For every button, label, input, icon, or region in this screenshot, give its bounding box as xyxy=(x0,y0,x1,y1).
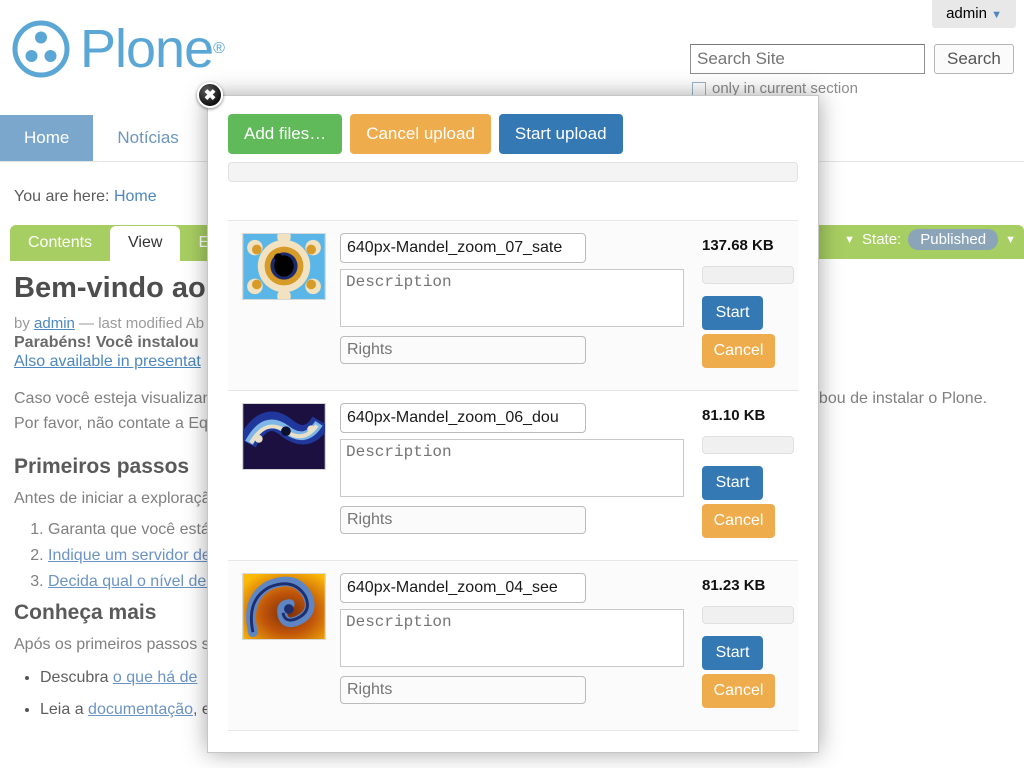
file-fields xyxy=(340,573,684,704)
upload-toolbar: Add files… Cancel upload Start upload xyxy=(228,114,798,154)
file-thumbnail xyxy=(242,233,326,300)
description-input[interactable] xyxy=(340,269,684,327)
list-item-link[interactable]: documentação xyxy=(88,701,193,718)
breadcrumb: You are here: Home xyxy=(14,188,157,206)
file-size: 81.10 KB xyxy=(702,407,766,424)
state-label: State: xyxy=(862,231,902,248)
search-input[interactable] xyxy=(690,44,925,74)
upload-dialog-body: Add files… Cancel upload Start upload 64… xyxy=(208,96,818,731)
file-thumbnail xyxy=(242,573,326,640)
file-actions: 81.10 KB Start Cancel xyxy=(684,403,814,538)
filename-input[interactable] xyxy=(340,233,586,263)
site-logo[interactable]: Plone ® xyxy=(12,20,225,78)
screen: admin ▼ Plone ® Search only i xyxy=(0,0,1024,768)
byline-suffix: — last modified Ab xyxy=(79,315,205,332)
filename-input[interactable] xyxy=(340,573,586,603)
file-actions: 137.68 KB Start Cancel xyxy=(684,233,814,368)
status-badge: Published xyxy=(908,229,999,250)
workflow-state-widget[interactable]: ▼ State: Published ▼ xyxy=(844,229,1016,250)
file-progress-bar xyxy=(702,266,794,284)
site-logo-text: Plone xyxy=(80,19,214,79)
description-input[interactable] xyxy=(340,609,684,667)
personal-bar-username: admin xyxy=(946,5,987,22)
start-button[interactable]: Start xyxy=(702,636,763,670)
breadcrumb-item-home[interactable]: Home xyxy=(114,188,157,205)
chevron-down-icon: ▼ xyxy=(991,9,1002,21)
chevron-down-icon-left: ▼ xyxy=(844,233,856,246)
site-search: Search only in current section xyxy=(690,44,1014,97)
registered-mark-icon: ® xyxy=(213,40,225,57)
breadcrumb-prefix: You are here: xyxy=(14,188,110,205)
file-progress-bar xyxy=(702,436,794,454)
upload-file-list: 137.68 KB Start Cancel xyxy=(228,220,798,731)
file-size: 137.68 KB xyxy=(702,237,774,254)
byline-prefix: by xyxy=(14,315,30,332)
filename-input[interactable] xyxy=(340,403,586,433)
start-button[interactable]: Start xyxy=(702,466,763,500)
close-icon[interactable]: ✖ xyxy=(197,82,223,108)
nav-item-noticias[interactable]: Notícias xyxy=(93,115,202,161)
cancel-button[interactable]: Cancel xyxy=(702,334,775,368)
rights-input[interactable] xyxy=(340,506,586,534)
cancel-button[interactable]: Cancel xyxy=(702,504,775,538)
file-fields xyxy=(340,233,684,364)
file-fields xyxy=(340,403,684,534)
chevron-down-icon-right: ▼ xyxy=(1005,233,1016,246)
search-button[interactable]: Search xyxy=(934,44,1014,74)
table-row: 81.23 KB Start Cancel xyxy=(228,561,798,731)
rights-input[interactable] xyxy=(340,676,586,704)
start-upload-button[interactable]: Start upload xyxy=(498,114,623,154)
upload-dialog: ✖ Add files… Cancel upload Start upload xyxy=(197,82,819,753)
personal-bar[interactable]: admin ▼ xyxy=(932,0,1016,28)
byline-author[interactable]: admin xyxy=(34,315,75,332)
nav-item-home[interactable]: Home xyxy=(0,115,94,161)
add-files-button[interactable]: Add files… xyxy=(228,114,343,154)
file-progress-bar xyxy=(702,606,794,624)
table-row: 81.10 KB Start Cancel xyxy=(228,391,798,561)
tab-view[interactable]: View xyxy=(110,226,181,261)
rights-input[interactable] xyxy=(340,336,586,364)
plone-logo-icon xyxy=(12,20,70,78)
file-thumbnail xyxy=(242,403,326,470)
description-input[interactable] xyxy=(340,439,684,497)
list-item-text: Leia a xyxy=(40,700,89,718)
start-button[interactable]: Start xyxy=(702,296,763,330)
list-item-link[interactable]: o que há de xyxy=(113,669,198,686)
cancel-button[interactable]: Cancel xyxy=(702,674,775,708)
global-progress-bar xyxy=(228,162,798,182)
cancel-upload-button[interactable]: Cancel upload xyxy=(350,114,491,154)
only-current-section-checkbox[interactable] xyxy=(692,81,706,96)
tab-contents[interactable]: Contents xyxy=(10,226,111,261)
file-size: 81.23 KB xyxy=(702,577,766,594)
table-row: 137.68 KB Start Cancel xyxy=(228,221,798,391)
file-actions: 81.23 KB Start Cancel xyxy=(684,573,814,708)
list-item-text: Descubra xyxy=(40,668,113,686)
